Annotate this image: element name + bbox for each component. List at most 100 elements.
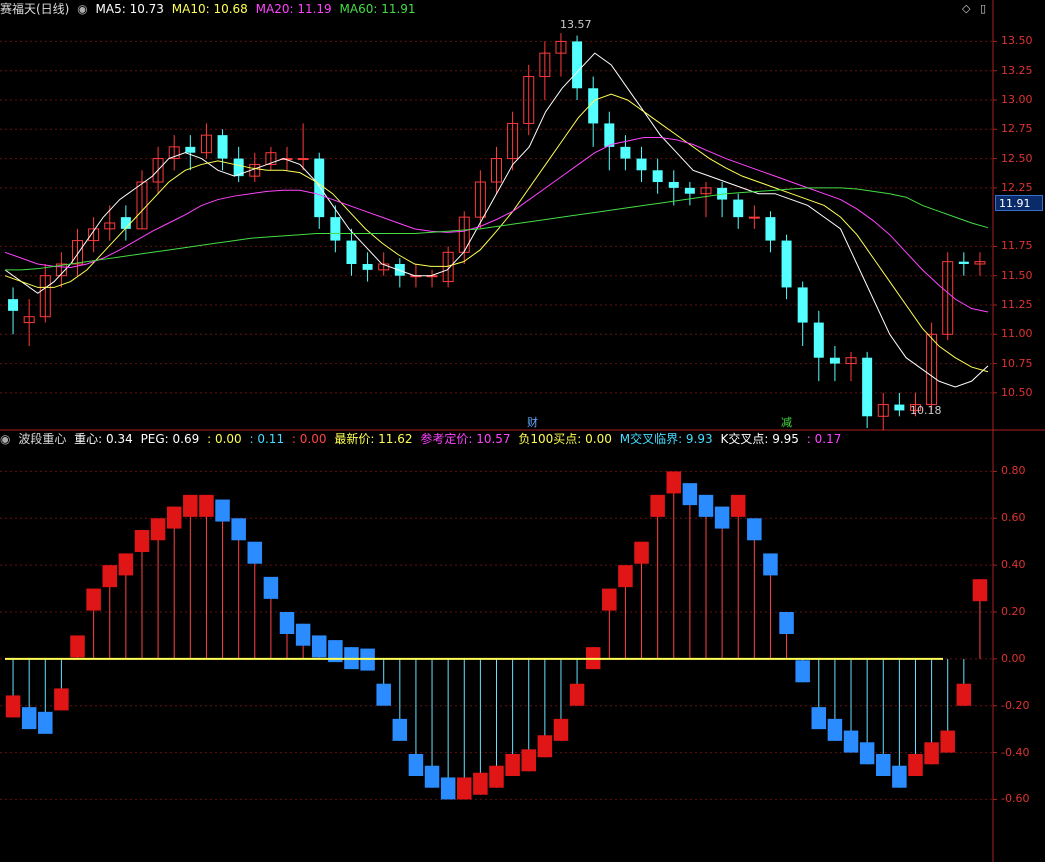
osc-bar xyxy=(811,707,827,730)
candle-body xyxy=(797,287,808,323)
candle-body xyxy=(604,123,615,147)
osc-bar xyxy=(553,718,569,741)
candle-body xyxy=(314,158,325,218)
high-annotation: 13.57 xyxy=(560,18,592,31)
osc-bar xyxy=(859,742,875,765)
osc-bar xyxy=(279,612,295,634)
indicator-tick-label: 0.60 xyxy=(1001,511,1026,525)
osc-bar xyxy=(972,579,988,602)
price-tick-label: 13.50 xyxy=(1001,34,1033,48)
indicator-tick-label: -0.60 xyxy=(1001,792,1030,806)
osc-bar xyxy=(215,499,230,522)
osc-bar xyxy=(940,730,955,753)
candle-body xyxy=(572,41,583,89)
indicator-tick-label: 0.40 xyxy=(1001,558,1026,572)
stock-name[interactable]: 赛福天(日线) xyxy=(0,2,69,16)
indicator-tick-label: -0.20 xyxy=(1001,698,1030,712)
price-tick-label: 10.50 xyxy=(1001,385,1033,399)
osc-bar xyxy=(876,754,891,776)
osc-bar xyxy=(86,588,101,611)
candle-body xyxy=(894,404,905,411)
osc-bar xyxy=(634,541,649,564)
candle-body xyxy=(781,240,792,288)
ma60-label: MA60: 11.91 xyxy=(339,2,416,16)
ma5-label: MA5: 10.73 xyxy=(95,2,164,16)
value-5: : 0.00 xyxy=(291,432,327,446)
price-tick-label: 11.50 xyxy=(1001,268,1033,282)
value-10: K交叉点: 9.95 xyxy=(720,432,799,446)
osc-bar xyxy=(376,683,391,706)
ma-line-ma5 xyxy=(4,52,989,388)
value-1: 重心: 0.34 xyxy=(74,432,133,446)
price-tick-label: 11.75 xyxy=(1001,239,1033,253)
candle-body xyxy=(652,170,663,182)
osc-bar xyxy=(408,754,424,776)
candle-body xyxy=(346,240,357,264)
osc-bar xyxy=(102,565,117,588)
price-tick-label: 11.00 xyxy=(1001,327,1033,341)
osc-bar xyxy=(166,506,182,529)
price-tick-label: 11.25 xyxy=(1001,298,1033,311)
osc-bar xyxy=(311,635,327,658)
osc-bar xyxy=(569,683,585,706)
osc-bar xyxy=(714,506,730,529)
osc-bar xyxy=(505,754,520,776)
candle-body xyxy=(620,146,631,159)
osc-bar xyxy=(521,749,536,772)
candle-body xyxy=(120,217,131,229)
indicator-tick-label: 0.00 xyxy=(1001,651,1026,665)
value-3: : 0.00 xyxy=(207,432,242,446)
osc-bar xyxy=(457,777,472,800)
value-8: 负100买点: 0.00 xyxy=(518,432,612,446)
osc-bar xyxy=(795,660,810,683)
settings-icon[interactable]: ◉ xyxy=(77,2,87,16)
candle-body xyxy=(636,158,647,171)
osc-bar xyxy=(618,565,633,588)
osc-bar xyxy=(150,518,166,541)
osc-bar xyxy=(183,494,198,517)
osc-bar xyxy=(908,754,923,776)
osc-bar xyxy=(956,683,972,706)
candle-body xyxy=(668,182,679,188)
osc-bar xyxy=(650,494,665,517)
candle-body xyxy=(748,216,760,219)
event-marker-fin[interactable]: 财 xyxy=(527,414,538,430)
candle-body xyxy=(684,187,695,194)
scroll-button[interactable]: ▯ xyxy=(980,2,986,15)
candle-body xyxy=(958,261,969,264)
candle-body xyxy=(185,146,196,153)
candle-body xyxy=(813,322,824,358)
event-marker-reduce[interactable]: 减 xyxy=(781,414,792,430)
price-tick-label: 13.25 xyxy=(1001,63,1033,77)
diamond-icon[interactable]: ◇ xyxy=(962,2,970,15)
osc-bar xyxy=(199,494,214,517)
osc-bar xyxy=(473,772,488,795)
candle-body xyxy=(733,199,744,218)
value-9: M交叉临界: 9.93 xyxy=(619,432,713,446)
candle-body xyxy=(862,357,873,417)
candle-body xyxy=(765,217,776,241)
value-7: 参考定价: 10.57 xyxy=(420,432,511,446)
osc-bar xyxy=(295,623,311,646)
osc-bar xyxy=(730,494,746,517)
ma20-label: MA20: 11.19 xyxy=(255,2,332,16)
value-11: : 0.17 xyxy=(806,432,842,446)
main-panel-header: 赛福天(日线) ◉ MA5: 10.73 MA10: 10.68 MA20: 1… xyxy=(0,0,420,18)
osc-bar xyxy=(392,718,408,741)
osc-bar xyxy=(231,518,246,541)
indicator-settings-icon[interactable]: ◉ xyxy=(0,432,10,446)
price-tick-label: 12.25 xyxy=(1001,180,1033,194)
indicator-name[interactable]: 波段重心 xyxy=(18,432,66,446)
osc-bar xyxy=(440,777,456,800)
current-price-tag: 11.91 xyxy=(995,195,1043,211)
indicator-tick-label: -0.40 xyxy=(1001,745,1030,759)
value-6: 最新价: 11.62 xyxy=(334,432,413,446)
candle-body xyxy=(362,264,373,270)
osc-bar xyxy=(247,541,263,564)
price-tick-label: 12.50 xyxy=(1001,151,1033,165)
osc-bar xyxy=(602,588,617,611)
candle-body xyxy=(829,357,840,364)
osc-bar xyxy=(763,553,778,576)
candle-body xyxy=(297,158,309,161)
sub-panel-header: ◉ 波段重心 重心: 0.34 PEG: 0.69 : 0.00 : 0.11 … xyxy=(0,430,845,448)
